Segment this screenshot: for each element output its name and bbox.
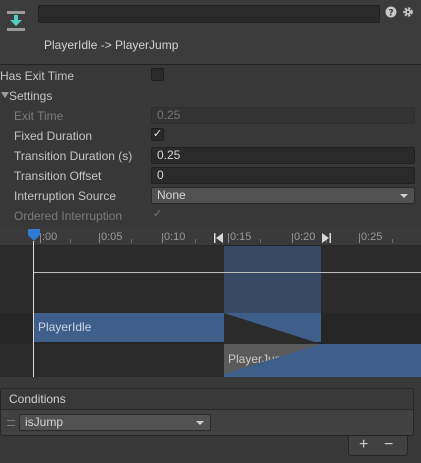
add-condition-button[interactable]: + <box>359 437 368 453</box>
tick-mark <box>359 233 360 243</box>
transition-offset-field[interactable]: 0 <box>151 167 415 184</box>
blend-wedge-2 <box>224 344 321 374</box>
tick-label: 0:20 <box>294 231 316 243</box>
transition-offset-label: Transition Offset <box>14 169 102 183</box>
condition-parameter-dropdown[interactable]: isJump <box>19 414 211 431</box>
minor-tick <box>260 239 261 243</box>
minor-tick <box>131 239 132 243</box>
tick-mark <box>162 233 163 243</box>
blend-curve-line <box>34 272 421 273</box>
dropdown-arrow-icon <box>196 421 204 425</box>
playhead-marker-icon[interactable] <box>28 229 40 241</box>
transition-object-icon <box>7 11 25 31</box>
object-name-field[interactable] <box>38 5 380 23</box>
timeline-ruler[interactable]: :00 0:05 0:10 0:15 0:20 0:25 <box>0 229 421 246</box>
fixed-duration-checkbox[interactable]: ✓ <box>151 128 164 141</box>
playhead-line <box>33 241 34 377</box>
curve-area <box>0 245 421 313</box>
transition-end-handle-icon[interactable] <box>321 232 331 244</box>
transition-duration-label: Transition Duration (s) <box>14 149 133 163</box>
source-clip-label: PlayerIdle <box>38 320 92 334</box>
conditions-title: Conditions <box>9 392 66 406</box>
tick-mark <box>228 233 229 243</box>
minor-tick <box>70 239 71 243</box>
ordered-interruption-label: Ordered Interruption <box>14 209 123 223</box>
help-icon[interactable]: ? <box>385 6 397 18</box>
has-exit-time-checkbox[interactable] <box>151 68 164 81</box>
tick-mark <box>40 233 41 243</box>
gear-icon[interactable] <box>402 6 414 18</box>
transition-start-handle-icon[interactable] <box>214 232 224 244</box>
transition-duration-field[interactable]: 0.25 <box>151 147 415 164</box>
minor-tick <box>195 239 196 243</box>
condition-parameter-value: isJump <box>25 415 64 429</box>
settings-foldout-arrow-icon[interactable] <box>1 92 9 98</box>
tick-label: :00 <box>42 231 58 243</box>
settings-foldout-label[interactable]: Settings <box>9 89 52 103</box>
tick-label: 0:10 <box>164 231 186 243</box>
interruption-source-value: None <box>157 188 186 202</box>
tick-label: 0:25 <box>361 231 383 243</box>
tick-mark <box>99 233 100 243</box>
tick-label: 0:05 <box>101 231 123 243</box>
conditions-footer: + − <box>348 436 408 456</box>
interruption-source-label: Interruption Source <box>14 189 117 203</box>
transition-title: PlayerIdle -> PlayerJump <box>44 38 179 52</box>
svg-text:?: ? <box>388 8 393 18</box>
ordered-interruption-checkbox[interactable]: ✓ <box>151 208 164 221</box>
has-exit-time-label: Has Exit Time <box>0 69 75 83</box>
exit-time-label: Exit Time <box>14 109 64 123</box>
remove-condition-button[interactable]: − <box>384 437 393 453</box>
dropdown-arrow-icon <box>400 194 408 198</box>
blend-wedge <box>224 313 321 344</box>
exit-time-field[interactable]: 0.25 <box>151 107 415 124</box>
conditions-header: Conditions <box>1 389 413 410</box>
minor-tick <box>392 239 393 243</box>
interruption-source-dropdown[interactable]: None <box>151 187 415 204</box>
transition-timeline[interactable]: PlayerIdle PlayerJump :00 0:05 0:10 0:15… <box>0 229 421 377</box>
tick-label: 0:15 <box>230 231 252 243</box>
conditions-list: Conditions isJump <box>0 388 414 436</box>
fixed-duration-label: Fixed Duration <box>14 129 93 143</box>
inspector-header: ? PlayerIdle -> PlayerJump <box>0 0 421 65</box>
tick-mark <box>292 233 293 243</box>
drag-handle-icon[interactable] <box>7 420 15 426</box>
